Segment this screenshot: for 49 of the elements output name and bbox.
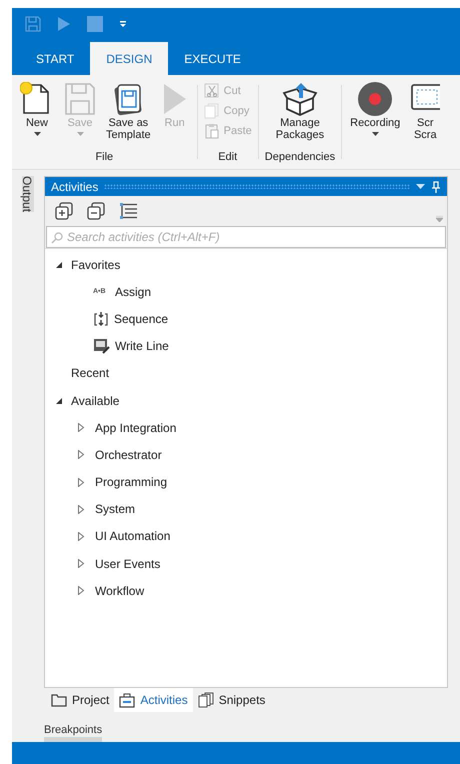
ribbon-button[interactable]: Recording <box>346 81 404 136</box>
tree-item[interactable]: System <box>95 502 136 516</box>
tree-item[interactable]: Available <box>71 394 120 408</box>
ribbon-tab[interactable]: START <box>20 42 90 75</box>
list-icon[interactable] <box>119 202 139 220</box>
ribbon-button[interactable]: Save as Template <box>102 81 155 141</box>
expander-icon[interactable] <box>55 396 63 405</box>
tree-item[interactable]: Workflow <box>95 584 144 598</box>
tree-item[interactable]: User Events <box>95 556 160 571</box>
tree-item[interactable]: UI Automation <box>95 529 170 544</box>
copy-icon <box>204 103 220 119</box>
ribbon-button[interactable]: Scr Scra <box>406 81 444 141</box>
package-icon <box>282 82 318 116</box>
dropdown-icon[interactable] <box>416 184 425 190</box>
record-icon <box>357 81 394 117</box>
tree-item[interactable]: App Integration <box>95 420 176 435</box>
ribbon-button[interactable]: Manage Packages <box>272 81 328 141</box>
ribbon-button[interactable]: New <box>16 81 58 136</box>
tree-item[interactable]: Recent <box>71 366 110 380</box>
save-icon <box>64 82 96 116</box>
pages-icon <box>198 692 214 708</box>
customize-caret-icon[interactable] <box>118 19 128 29</box>
sequence-icon <box>93 310 109 327</box>
clipboard-icon <box>204 123 220 139</box>
collapse-all-icon[interactable] <box>87 202 105 220</box>
tree-item[interactable]: Write Line <box>115 339 169 354</box>
tree-item[interactable]: Orchestrator <box>95 448 162 462</box>
panel-tab[interactable]: Snippets <box>192 688 270 712</box>
panel-tab[interactable]: Activities <box>114 688 193 712</box>
folder-icon <box>51 693 67 707</box>
group-label: Edit <box>217 151 238 163</box>
ribbon-tab[interactable]: EXECUTE <box>168 42 257 75</box>
expand-all-icon[interactable] <box>55 202 73 220</box>
ribbon-tab[interactable]: DESIGN <box>90 42 168 75</box>
scissors-icon <box>204 83 220 99</box>
search-field[interactable]: Search activities (Ctrl+Alt+F) <box>46 226 446 248</box>
panel-tab[interactable]: Project <box>46 688 114 712</box>
group-label: Dependencies <box>264 151 336 163</box>
console-icon <box>93 338 110 354</box>
expander-icon[interactable] <box>55 260 63 269</box>
tree-item[interactable]: Assign <box>115 284 152 299</box>
tree-item[interactable]: Sequence <box>114 312 168 326</box>
tree-item[interactable]: Favorites <box>71 258 120 272</box>
tree-item[interactable]: Programming <box>95 475 168 490</box>
side-tab[interactable]: Output <box>22 176 34 212</box>
group-label: File <box>94 151 114 163</box>
toolbox-icon <box>119 692 136 708</box>
panel-title: Activities <box>51 180 98 194</box>
pin-icon[interactable] <box>431 180 441 192</box>
